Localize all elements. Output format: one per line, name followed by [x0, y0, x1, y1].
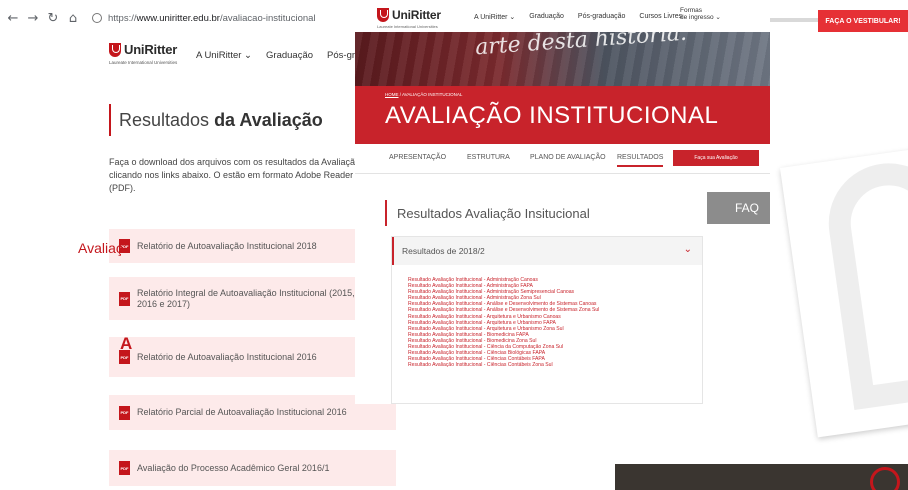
nav-item-graduacao[interactable]: Graduação	[266, 50, 313, 61]
page-title: Resultados da Avaliação	[109, 104, 323, 136]
breadcrumb: HOME / AVALIAÇÃO INSTITUCIONAL	[385, 92, 462, 97]
breadcrumb-current: AVALIAÇÃO INSTITUCIONAL	[402, 92, 463, 97]
results-accordion: Resultados de 2018/2 ⌄ Resultado Avaliaç…	[391, 236, 703, 404]
overlay-menu: A UniRitter ⌄ Graduação Pós-graduação Cu…	[474, 13, 696, 21]
site-logo[interactable]: UniRitter	[109, 42, 177, 57]
pdf-link-label: Relatório Integral de Autoavaliação Inst…	[137, 287, 355, 309]
address-bar[interactable]: https://www.uniritter.edu.br/avaliacao-i…	[92, 13, 316, 24]
menu-item-formas-de-ingresso[interactable]: Formas de ingresso ⌄	[680, 7, 721, 21]
page-title: AVALIAÇÃO INSTITUCIONAL	[385, 102, 719, 129]
reload-icon[interactable]: ↻	[46, 11, 60, 26]
browser-toolbar: ← → ↻ ⌂ https://www.uniritter.edu.br/ava…	[0, 0, 370, 36]
pdf-link-item[interactable]: PDF Relatório Parcial de Autoavaliação I…	[109, 395, 396, 430]
section-title: Resultados Avaliação Insitucional	[385, 200, 590, 226]
pdf-file-icon: PDF	[119, 461, 130, 475]
seal-icon	[870, 467, 900, 490]
logo-text: UniRitter	[124, 42, 178, 57]
formas-line-2: de ingresso ⌄	[680, 14, 721, 21]
menu-item-uniritter[interactable]: A UniRitter ⌄	[474, 13, 515, 21]
overlay-header: UniRitter Laureate International Univers…	[355, 0, 770, 32]
accordion-header[interactable]: Resultados de 2018/2 ⌄	[392, 237, 702, 265]
pdf-file-icon: PDF	[119, 405, 130, 420]
url-host: www.uniritter.edu.br	[136, 12, 220, 24]
page-description: Faça o download dos arquivos com os resu…	[109, 157, 360, 193]
bottom-photo	[615, 464, 908, 490]
divider	[770, 18, 818, 22]
nav-item-uniritter[interactable]: A UniRitter ⌄	[196, 50, 252, 61]
back-icon[interactable]: ←	[6, 11, 20, 26]
logo-text: UniRitter	[392, 8, 441, 22]
promo-card-text: Avaliaç	[78, 240, 123, 256]
right-page: FAÇA O VESTIBULAR!	[770, 0, 908, 490]
pdf-link-label: Avaliação do Processo Acadêmico Geral 20…	[137, 462, 330, 473]
title-band: HOME / AVALIAÇÃO INSTITUCIONAL AVALIAÇÃO…	[355, 86, 770, 144]
url-prefix: https://	[108, 12, 137, 24]
menu-item-graduacao[interactable]: Graduação	[529, 13, 564, 21]
faq-button[interactable]: FAQ	[707, 192, 770, 224]
pdf-link-label: Relatório de Autoavaliação Institucional…	[137, 240, 317, 251]
home-icon[interactable]: ⌂	[66, 11, 80, 26]
pdf-link-label: Relatório de Autoavaliação Institucional…	[137, 351, 317, 362]
url-path: /avaliacao-institucional	[219, 12, 316, 24]
forward-icon[interactable]: →	[26, 11, 40, 26]
formas-line-1: Formas	[680, 7, 703, 14]
promo-card-letter: A	[120, 334, 133, 353]
watermark-logo-icon	[821, 155, 908, 411]
pdf-link-item[interactable]: PDF Avaliação do Processo Acadêmico Gera…	[109, 450, 396, 486]
tab-apresentacao[interactable]: APRESENTAÇÃO	[389, 154, 446, 161]
logo-subtitle: Laureate International Universities	[109, 60, 178, 65]
results-link-list: Resultado Avaliação Institucional - Admi…	[392, 265, 702, 368]
globe-icon[interactable]	[92, 13, 102, 23]
results-link[interactable]: Resultado Avaliação Institucional - Ciên…	[408, 362, 702, 368]
pdf-file-icon: PDF	[119, 291, 130, 306]
page-title-light: Resultados	[119, 109, 210, 130]
pdf-link-item[interactable]: PDF Relatório Integral de Autoavaliação …	[109, 277, 396, 320]
breadcrumb-home[interactable]: HOME	[385, 92, 399, 97]
promo-card	[780, 149, 908, 438]
pdf-link-item[interactable]: PDF Relatório de Autoavaliação Instituci…	[109, 229, 396, 263]
menu-item-cursos-livres[interactable]: Cursos Livres	[639, 13, 682, 21]
vestibular-button[interactable]: FAÇA O VESTIBULAR!	[818, 10, 908, 32]
faca-sua-avaliacao-button[interactable]: Faça sua Avaliação	[673, 150, 759, 166]
overlay-page: UniRitter Laureate International Univers…	[355, 0, 770, 404]
accordion-title: Resultados de 2018/2	[402, 246, 485, 256]
overlay-logo[interactable]: UniRitter	[377, 8, 441, 22]
shield-logo-icon	[109, 42, 121, 57]
menu-item-pos-graduacao[interactable]: Pós-graduação	[578, 13, 625, 21]
tab-resultados[interactable]: RESULTADOS	[617, 154, 664, 167]
pdf-link-label: Relatório Parcial de Autoavaliação Insti…	[137, 407, 347, 417]
tab-plano-de-avaliacao[interactable]: PLANO DE AVALIAÇÃO	[530, 154, 606, 161]
hero-photo: arte desta história.	[355, 32, 770, 86]
logo-subtitle: Laureate International Universities	[377, 24, 438, 29]
tab-estrutura[interactable]: ESTRUTURA	[467, 154, 510, 161]
site-header: UniRitter Laureate International Univers…	[0, 36, 412, 72]
chevron-down-icon[interactable]: ⌄	[684, 244, 692, 255]
page-title-bold: da Avaliação	[214, 109, 323, 130]
pdf-link-item[interactable]: PDF Relatório de Autoavaliação Instituci…	[109, 337, 396, 377]
shield-logo-icon	[377, 8, 389, 22]
